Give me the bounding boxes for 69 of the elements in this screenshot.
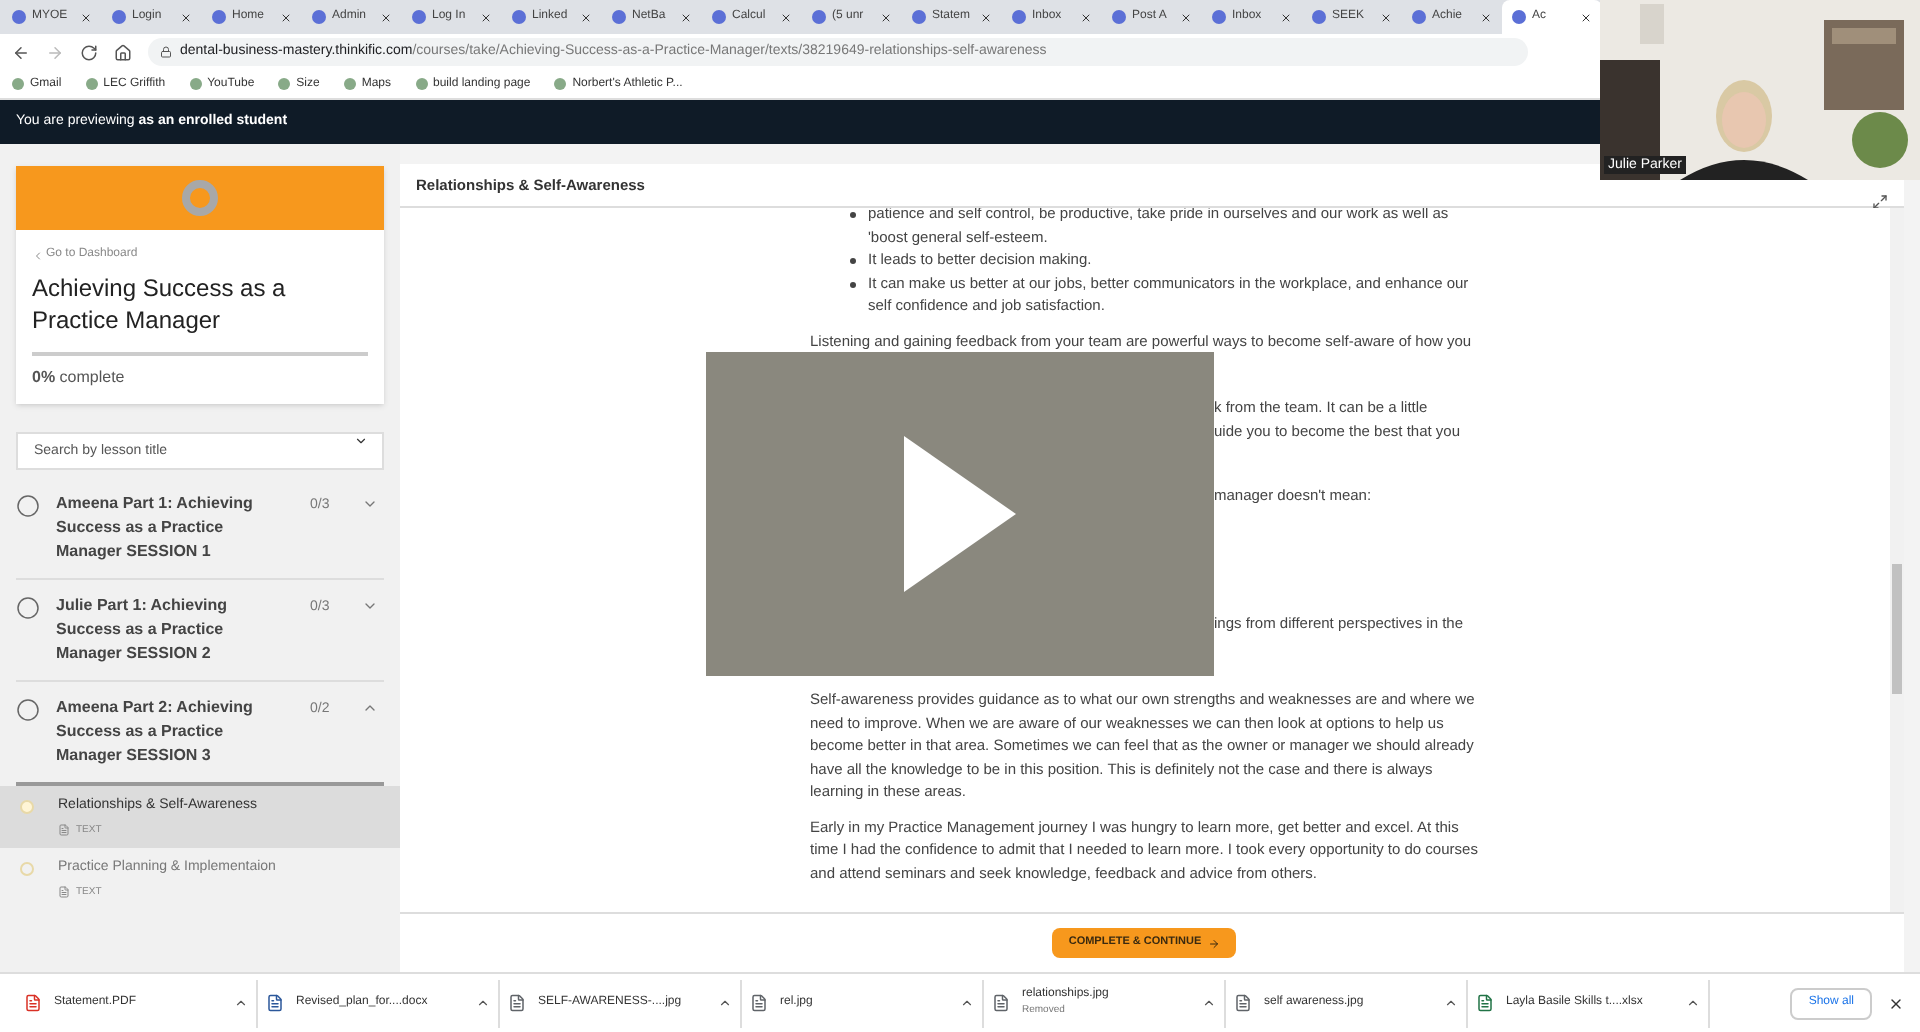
dropdown-icon[interactable] — [354, 434, 368, 448]
site-icon — [1012, 10, 1026, 24]
close-icon[interactable] — [380, 11, 392, 23]
lock-icon — [160, 46, 172, 58]
chevron-icon[interactable] — [234, 996, 248, 1010]
site-icon — [412, 10, 426, 24]
file-icon — [24, 994, 42, 1012]
site-icon — [1512, 10, 1526, 24]
close-icon[interactable] — [1180, 11, 1192, 23]
site-icon — [1412, 10, 1426, 24]
progress-label: 0% complete — [32, 366, 127, 390]
document-icon — [58, 886, 70, 899]
site-icon — [1212, 10, 1226, 24]
chevron-icon[interactable] — [718, 996, 732, 1010]
close-icon[interactable] — [80, 11, 92, 23]
close-icon[interactable] — [980, 11, 992, 23]
file-icon — [750, 994, 768, 1012]
file-icon — [1234, 994, 1252, 1012]
arrow-icon — [1207, 937, 1220, 949]
course-title: Achieving Success as a Practice Manager — [32, 272, 288, 336]
site-icon — [12, 10, 26, 24]
close-icon[interactable] — [580, 11, 592, 23]
close-icon[interactable] — [1380, 11, 1392, 23]
site-icon — [612, 10, 626, 24]
file-icon — [266, 994, 284, 1012]
site-icon — [912, 10, 926, 24]
site-icon — [812, 10, 826, 24]
close-icon[interactable] — [1888, 995, 1904, 1011]
chevron-icon[interactable] — [1686, 996, 1700, 1010]
logo-icon — [180, 178, 220, 218]
chevron-icon[interactable] — [960, 996, 974, 1010]
site-icon — [112, 10, 126, 24]
chevron-icon — [32, 249, 44, 261]
file-icon — [992, 994, 1010, 1012]
status-icon — [16, 698, 40, 722]
close-icon[interactable] — [280, 11, 292, 23]
status-icon — [16, 494, 40, 518]
back-icon[interactable] — [12, 43, 30, 61]
chevron-icon[interactable] — [1202, 996, 1216, 1010]
video-player[interactable] — [706, 352, 1214, 676]
site-icon — [1112, 10, 1126, 24]
site-icon — [1312, 10, 1326, 24]
site-icon — [212, 10, 226, 24]
chevron-icon[interactable] — [1444, 996, 1458, 1010]
chevron-icon[interactable] — [476, 996, 490, 1010]
file-icon — [508, 994, 526, 1012]
close-icon[interactable] — [480, 11, 492, 23]
chevron-icon[interactable] — [361, 700, 378, 716]
status-icon — [16, 596, 40, 620]
scrollbar[interactable] — [1890, 208, 1904, 912]
chevron-icon[interactable] — [361, 496, 378, 512]
close-icon[interactable] — [680, 11, 692, 23]
close-icon[interactable] — [1580, 11, 1592, 23]
close-icon[interactable] — [780, 11, 792, 23]
close-icon[interactable] — [1480, 11, 1492, 23]
close-icon[interactable] — [880, 11, 892, 23]
home-icon[interactable] — [114, 43, 132, 61]
reload-icon[interactable] — [80, 43, 98, 61]
close-icon[interactable] — [1280, 11, 1292, 23]
site-icon — [312, 10, 326, 24]
site-icon — [512, 10, 526, 24]
file-icon — [1476, 994, 1494, 1012]
document-icon — [58, 824, 70, 837]
close-icon[interactable] — [180, 11, 192, 23]
site-icon — [712, 10, 726, 24]
expand-icon[interactable] — [1872, 193, 1888, 209]
close-icon[interactable] — [1080, 11, 1092, 23]
chevron-icon[interactable] — [361, 598, 378, 614]
play-icon[interactable] — [904, 436, 1016, 592]
